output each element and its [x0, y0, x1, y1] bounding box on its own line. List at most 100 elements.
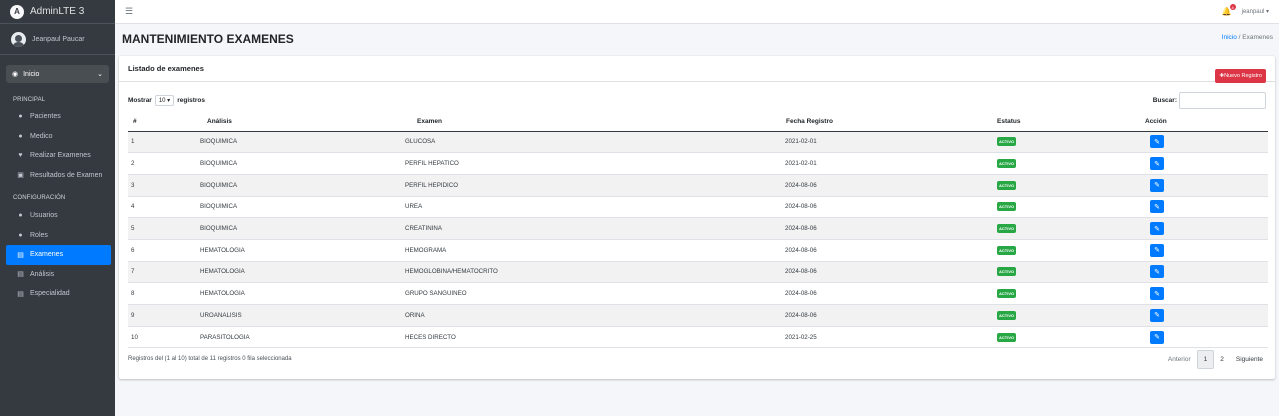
- sidebar-item-examenes[interactable]: ▤ Examenes: [6, 245, 111, 265]
- cell-analisis: HEMATOLOGIA: [200, 282, 405, 305]
- sidebar-item-analisis[interactable]: ▤ Análisis: [6, 265, 111, 285]
- sidebar-item-medico[interactable]: ● Medico: [6, 127, 111, 147]
- table-row: 6 HEMATOLOGIA HEMOGRAMA 2024-08-06 ACTIVO ✎: [128, 239, 1268, 262]
- sidebar-item-roles[interactable]: ● Roles: [6, 226, 111, 246]
- page-title: MANTENIMIENTO EXAMENES: [122, 32, 294, 46]
- cell-accion: ✎: [1145, 131, 1268, 154]
- table-row: 3 BIOQUIMICA PERFIL HEPIDICO 2024-08-06 ACTI…: [128, 174, 1268, 197]
- user-md-icon: ●: [18, 132, 23, 140]
- edit-icon[interactable]: ✎: [1150, 135, 1164, 149]
- new-record-button[interactable]: ✚Nuevo Registro: [1215, 68, 1266, 83]
- edit-icon[interactable]: ✎: [1150, 330, 1164, 344]
- cell-num: 2: [128, 152, 200, 175]
- status-badge: ACTIVO: [997, 289, 1017, 299]
- cell-examen: ORINA: [405, 304, 785, 327]
- bell-icon[interactable]: 🔔 4: [1222, 4, 1236, 16]
- breadcrumb-home-link[interactable]: Inicio: [1222, 34, 1237, 41]
- chevron-down-icon[interactable]: ⌄: [97, 70, 103, 78]
- cell-estatus: ACTIVO: [997, 261, 1145, 284]
- pagination-prev[interactable]: Anterior: [1162, 350, 1197, 369]
- edit-icon[interactable]: ✎: [1150, 200, 1164, 214]
- search-input[interactable]: [1179, 91, 1266, 109]
- sidebar-item-label: Medico: [30, 132, 53, 140]
- sidebar-item-pacientes[interactable]: ● Pacientes: [6, 107, 111, 127]
- pagination-page-1[interactable]: 1: [1196, 350, 1215, 369]
- tachometer-icon: ◉: [12, 71, 19, 78]
- cell-estatus: ACTIVO: [997, 174, 1145, 197]
- edit-icon[interactable]: ✎: [1150, 178, 1164, 192]
- examenes-card: Listado de examenes ✚Nuevo Registro Most…: [119, 56, 1275, 379]
- cell-fecha: 2021-02-01: [785, 131, 997, 154]
- edit-icon[interactable]: ✎: [1150, 222, 1164, 236]
- breadcrumb-separator: /: [1238, 34, 1241, 41]
- cell-estatus: ACTIVO: [997, 326, 1145, 349]
- cell-analisis: BIOQUIMICA: [200, 174, 405, 197]
- table-row: 2 BIOQUIMICA PERFIL HEPATICO 2021-02-01 ACTI…: [128, 152, 1268, 175]
- user-panel[interactable]: Jeanpaul Paucar: [0, 25, 115, 55]
- avatar: [11, 32, 26, 47]
- table-row: 9 UROANALISIS ORINA 2024-08-06 ACTIVO ✎: [128, 304, 1268, 327]
- edit-icon[interactable]: ✎: [1150, 265, 1164, 279]
- sidebar-item-realizar-examenes[interactable]: ♥ Realizar Examenes: [6, 146, 111, 166]
- col-header-accion: Acción: [1145, 112, 1268, 132]
- cell-num: 5: [128, 217, 200, 240]
- sidebar-item-usuarios[interactable]: ● Usuarios: [6, 206, 111, 226]
- cell-accion: ✎: [1145, 217, 1268, 240]
- table-row: 1 BIOQUIMICA GLUCOSA 2021-02-01 ACTIVO ✎: [128, 131, 1268, 154]
- col-header-examen[interactable]: Examen: [405, 112, 785, 132]
- table-row: 8 HEMATOLOGIA GRUPO SANGUINEO 2024-08-06 ACT…: [128, 282, 1268, 305]
- sidebar-item-resultados[interactable]: ▣ Resultados de Examen: [6, 166, 111, 186]
- cell-fecha: 2024-08-06: [785, 174, 997, 197]
- cell-examen: PERFIL HEPATICO: [405, 152, 785, 175]
- page-length-select[interactable]: 10 ▾: [154, 94, 175, 106]
- status-badge: ACTIVO: [997, 202, 1017, 212]
- cell-analisis: HEMATOLOGIA: [200, 261, 405, 284]
- sidebar-item-label: Resultados de Examen: [30, 171, 103, 179]
- nav-header-config: CONFIGURACIÓN: [13, 195, 66, 201]
- sidebar-item-label: Especialidad: [30, 290, 70, 298]
- cell-fecha: 2021-02-01: [785, 152, 997, 175]
- pagination-next[interactable]: Siguiente: [1230, 350, 1269, 369]
- cell-analisis: HEMATOLOGIA: [200, 239, 405, 262]
- cell-num: 8: [128, 282, 200, 305]
- cell-examen: HECES DIRECTO: [405, 326, 785, 349]
- cell-fecha: 2024-08-06: [785, 239, 997, 262]
- cell-analisis: BIOQUIMICA: [200, 217, 405, 240]
- top-right: 🔔 4 jeanpaul ▾: [1222, 4, 1269, 16]
- brand-link[interactable]: A AdminLTE 3: [0, 0, 115, 24]
- cell-accion: ✎: [1145, 304, 1268, 327]
- col-header-num[interactable]: #: [128, 112, 200, 132]
- table-body: 1 BIOQUIMICA GLUCOSA 2021-02-01 ACTIVO ✎ 2 BIOQ…: [128, 131, 1268, 349]
- file-icon: ▤: [17, 271, 24, 279]
- nav-inicio-label: Inicio: [23, 70, 40, 78]
- bars-icon[interactable]: ☰: [125, 6, 133, 17]
- breadcrumb-current: Examenes: [1242, 34, 1273, 41]
- cell-num: 7: [128, 261, 200, 284]
- cell-examen: GLUCOSA: [405, 131, 785, 154]
- col-header-analisis[interactable]: Análisis: [200, 112, 405, 132]
- col-header-fecha[interactable]: Fecha Registro: [785, 112, 997, 132]
- cell-fecha: 2021-02-25: [785, 326, 997, 349]
- sidebar-item-especialidad[interactable]: ▤ Especialidad: [6, 284, 111, 304]
- edit-icon[interactable]: ✎: [1150, 308, 1164, 322]
- sidebar-item-label: Usuarios: [30, 212, 58, 220]
- edit-icon[interactable]: ✎: [1150, 287, 1164, 301]
- cell-accion: ✎: [1145, 261, 1268, 284]
- cell-estatus: ACTIVO: [997, 217, 1145, 240]
- cell-accion: ✎: [1145, 152, 1268, 175]
- cell-examen: HEMOGRAMA: [405, 239, 785, 262]
- cell-fecha: 2024-08-06: [785, 217, 997, 240]
- user-name: Jeanpaul Paucar: [32, 36, 85, 43]
- search-wrap: Buscar:: [1153, 91, 1266, 109]
- pagination-page-2[interactable]: 2: [1214, 350, 1230, 369]
- edit-icon[interactable]: ✎: [1150, 243, 1164, 257]
- user-menu[interactable]: jeanpaul ▾: [1242, 8, 1269, 15]
- cell-fecha: 2024-08-06: [785, 261, 997, 284]
- edit-icon[interactable]: ✎: [1150, 157, 1164, 171]
- nav-inicio[interactable]: ◉ Inicio ⌄: [6, 65, 109, 83]
- pagination: Anterior 1 2 Siguiente: [1162, 350, 1269, 369]
- cell-accion: ✎: [1145, 326, 1268, 349]
- file-icon: ▤: [17, 290, 24, 298]
- col-header-estatus[interactable]: Estatus: [997, 112, 1145, 132]
- show-label: Mostrar: [128, 96, 152, 104]
